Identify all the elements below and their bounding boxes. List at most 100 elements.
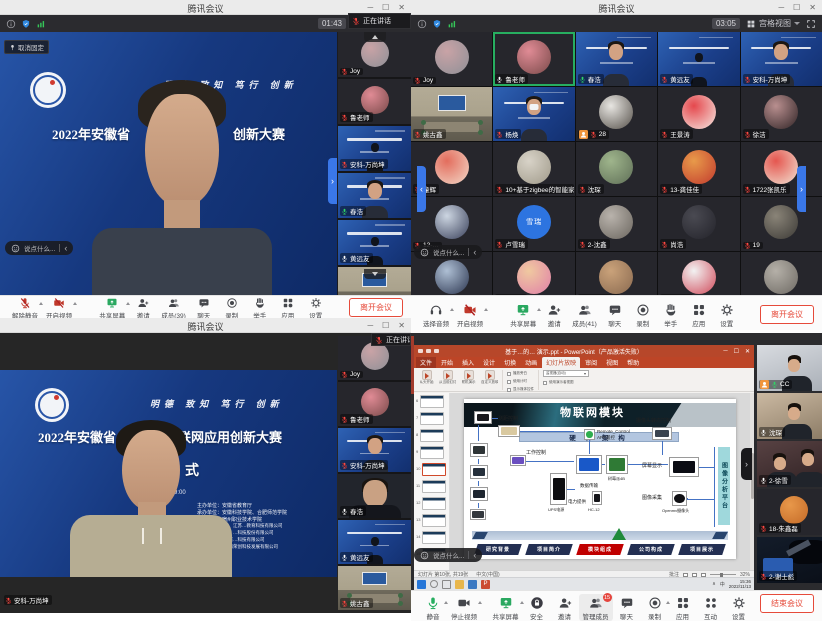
participant-tile[interactable] (338, 267, 411, 295)
participant-tile[interactable]: 黄远友 (658, 32, 739, 86)
participant-tile[interactable]: 安科-万尚坤 (338, 428, 411, 472)
toolbar-cam-on-button[interactable]: 停止视频 (447, 594, 481, 621)
participant-tile[interactable]: 2-徐雪 (757, 441, 822, 487)
next-page-arrow[interactable]: › (797, 166, 806, 212)
toolbar-apps2-button[interactable]: 互动 (697, 594, 725, 621)
toolbar-record-button[interactable]: 录制 (629, 301, 657, 328)
toolbar-gear-button[interactable]: 设置 (713, 301, 741, 328)
participant-tile[interactable]: 春浩 (338, 173, 411, 218)
participant-tile[interactable]: 20 (741, 252, 822, 295)
participant-tile[interactable]: Joy (411, 32, 492, 86)
participant-tile[interactable]: 春浩 (576, 32, 657, 86)
participant-tile[interactable]: 春浩 (338, 474, 411, 518)
participant-tile[interactable]: 2-谢士彪 (757, 537, 822, 583)
participant-tile[interactable]: 黄远友 (338, 520, 411, 564)
toolbar-hand-button[interactable]: 举手 (246, 295, 274, 318)
toolbar-gear-button[interactable]: 设置 (725, 594, 753, 621)
toolbar-record-button[interactable]: 录制 (641, 594, 669, 621)
toolbar-members-button[interactable]: 成员(39) (157, 295, 190, 318)
quick-chat-pill[interactable]: 说点什么... ‹ (414, 245, 482, 259)
toolbar-chat-button[interactable]: 聊天 (601, 301, 629, 328)
fullscreen-icon[interactable] (806, 19, 816, 29)
toolbar-apps-button[interactable]: 应用 (685, 301, 713, 328)
participant-tile[interactable]: 19 (741, 197, 822, 251)
toolbar-hand-button[interactable]: 举手 (657, 301, 685, 328)
participant-tile[interactable]: 沈琛 (757, 393, 822, 439)
shield-icon[interactable] (21, 19, 31, 29)
minimize-button[interactable]: ─ (367, 2, 373, 13)
main-video-speaker[interactable]: 取消固定 明德 致知 笃行 创新 2022年安徽省 创新大赛 › (0, 32, 337, 295)
toolbar-invite-button[interactable]: 邀请 (551, 594, 579, 621)
participant-tile[interactable]: 鲁老师 (493, 32, 574, 86)
participant-tile[interactable]: 1722张凯乐 (741, 142, 822, 196)
toolbar-headset-button[interactable]: 选择音频 (419, 301, 453, 328)
toolbar-invite-button[interactable]: 邀请 (129, 295, 157, 318)
minimize-button[interactable]: ─ (778, 2, 784, 13)
toolbar-record-button[interactable]: 录制 (218, 295, 246, 318)
scroll-up-indicator[interactable] (364, 32, 386, 42)
collapse-chat-icon[interactable]: ‹ (473, 551, 476, 560)
participant-tile[interactable]: 黄远友 (338, 220, 411, 265)
participant-tile[interactable]: 安科-万尚坤 (338, 126, 411, 171)
close-button[interactable]: ✕ (398, 320, 405, 331)
participant-tile[interactable]: 28 (576, 87, 657, 141)
next-page-arrow[interactable]: › (328, 158, 337, 204)
participant-tile[interactable]: 雪瑞卢雪瑞 (493, 197, 574, 251)
collapse-chat-icon[interactable]: ‹ (64, 244, 67, 253)
toolbar-chat-button[interactable]: 聊天 (613, 594, 641, 621)
prev-page-arrow[interactable]: ‹ (417, 166, 426, 212)
toolbar-invite-button[interactable]: 邀请 (540, 301, 568, 328)
participant-tile[interactable]: 尚浩 (658, 197, 739, 251)
participant-tile[interactable]: 10+基于zigbee的智能家... (493, 142, 574, 196)
sidebar-collapse-handle[interactable]: › (741, 448, 752, 480)
close-button[interactable]: ✕ (398, 2, 405, 13)
info-icon[interactable] (417, 19, 427, 29)
toolbar-apps-button[interactable]: 应用 (669, 594, 697, 621)
chat-input-hint[interactable]: 说点什么... (24, 243, 55, 253)
quick-chat-pill[interactable]: 说点什么... ‹ (5, 241, 73, 255)
chat-input-hint[interactable]: 说点什么... (433, 550, 464, 560)
unpin-button[interactable]: 取消固定 (4, 40, 49, 54)
participant-tile[interactable]: 杨焕 (493, 87, 574, 141)
participant-tile[interactable]: CC (757, 345, 822, 391)
collapse-chat-icon[interactable]: ‹ (473, 248, 476, 257)
participant-tile[interactable]: 王景涛 (658, 87, 739, 141)
toolbar-gear-button[interactable]: 设置 (302, 295, 330, 318)
minimize-button[interactable]: ─ (367, 320, 373, 331)
quick-chat-pill[interactable]: 说点什么... ‹ (414, 548, 482, 562)
leave-meeting-button[interactable]: 离开会议 (760, 305, 814, 324)
toolbar-share-button[interactable]: 共享屏幕 (95, 295, 129, 318)
participant-tile[interactable]: 姚古鑫 (411, 87, 492, 141)
close-button[interactable]: ✕ (809, 2, 816, 13)
participant-tile[interactable]: 沈琛 (576, 142, 657, 196)
participant-tile[interactable]: 4-张月 (493, 252, 574, 295)
maximize-button[interactable]: ☐ (382, 320, 389, 331)
view-toggle-button[interactable]: 宫格视图 (746, 18, 800, 29)
shield-icon[interactable] (432, 19, 442, 29)
maximize-button[interactable]: ☐ (793, 2, 800, 13)
toolbar-cam-off-button[interactable]: 开启视频 (42, 295, 76, 318)
toolbar-chat-button[interactable]: 聊天 (190, 295, 218, 318)
participant-tile[interactable]: 安科-万尚坤 (741, 32, 822, 86)
maximize-button[interactable]: ☐ (382, 2, 389, 13)
end-meeting-button[interactable]: 结束会议 (760, 594, 814, 613)
toolbar-share-button[interactable]: 共享屏幕 (506, 301, 540, 328)
info-icon[interactable] (6, 19, 16, 29)
main-video-speaker[interactable]: 明德 致知 笃行 创新 2022年安徽省 联网应用创新大赛 式 9:00 主办单… (0, 333, 337, 613)
toolbar-apps-button[interactable]: 应用 (274, 295, 302, 318)
toolbar-members-button[interactable]: 15管理成员 (579, 594, 613, 621)
scroll-down-indicator[interactable] (364, 269, 386, 279)
participant-tile[interactable]: 2-沈鑫 (576, 197, 657, 251)
participant-tile[interactable]: 鲁老师 (338, 79, 411, 124)
participant-tile[interactable]: 18-朱鑫磊 (757, 489, 822, 535)
chat-input-hint[interactable]: 说点什么... (433, 247, 464, 257)
leave-meeting-button[interactable]: 离开会议 (349, 298, 403, 317)
toolbar-security-button[interactable]: 安全 (523, 594, 551, 621)
participant-tile[interactable]: 徐洁 (741, 87, 822, 141)
toolbar-mic-off-button[interactable]: 解除静音 (8, 295, 42, 318)
toolbar-mic-on-button[interactable]: 静音 (419, 594, 447, 621)
participant-tile[interactable]: 姚古鑫 (338, 566, 411, 610)
toolbar-members-button[interactable]: 成员(41) (568, 301, 601, 328)
toolbar-cam-off-button[interactable]: 开启视频 (453, 301, 487, 328)
participant-tile[interactable]: 关子宣 (658, 252, 739, 295)
